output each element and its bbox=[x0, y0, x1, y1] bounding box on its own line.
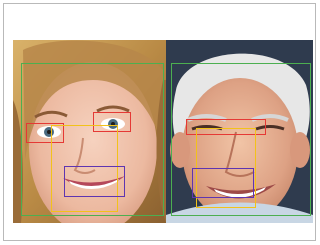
face-detection-figure bbox=[13, 40, 313, 223]
woman-photo bbox=[13, 40, 166, 223]
man-photo bbox=[166, 40, 313, 223]
